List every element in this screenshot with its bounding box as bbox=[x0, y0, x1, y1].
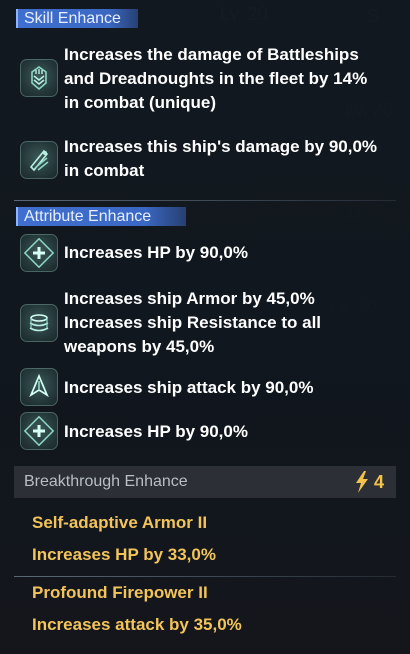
lightning-bolt-icon bbox=[356, 471, 368, 493]
breakthrough-item-name: Profound Firepower II bbox=[32, 583, 208, 602]
skill-item: Increases the damage of Battleships and … bbox=[16, 40, 396, 118]
breakthrough-item-name: Self-adaptive Armor II bbox=[32, 513, 208, 532]
attribute-item: Increases ship attack by 90,0% bbox=[16, 368, 396, 408]
attribute-effect-text: Increases ship Armor by 45,0% Increases … bbox=[64, 289, 322, 356]
section-divider bbox=[14, 576, 396, 577]
ship-damage-icon bbox=[20, 141, 58, 179]
attribute-item: Increases HP by 90,0% bbox=[16, 412, 396, 452]
section-divider bbox=[14, 200, 396, 201]
attribute-effect-text: Increases HP by 90,0% bbox=[64, 243, 248, 262]
breakthrough-item-effect: Increases attack by 35,0% bbox=[32, 615, 242, 634]
breakthrough-count: 4 bbox=[373, 472, 384, 492]
skill-enhance-header: Skill Enhance bbox=[16, 9, 138, 28]
armor-layers-icon bbox=[20, 304, 58, 342]
skill-effect-text: Increases this ship's damage by 90,0% in… bbox=[64, 137, 378, 180]
attribute-item: Increases ship Armor by 45,0% Increases … bbox=[16, 286, 396, 360]
breakthrough-header: Breakthrough Enhance 4 bbox=[14, 466, 396, 498]
skill-effect-text: Increases the damage of Battleships and … bbox=[64, 45, 368, 112]
skill-item: Increases this ship's damage by 90,0% in… bbox=[16, 134, 396, 186]
hp-cross-icon bbox=[20, 412, 58, 450]
attribute-effect-text: Increases HP by 90,0% bbox=[64, 422, 248, 441]
section-title: Attribute Enhance bbox=[24, 208, 152, 225]
attribute-enhance-header: Attribute Enhance bbox=[16, 207, 186, 226]
breakthrough-title: Breakthrough Enhance bbox=[24, 473, 188, 490]
attack-arrow-icon bbox=[20, 368, 58, 406]
attribute-item: Increases HP by 90,0% bbox=[16, 234, 396, 274]
enhance-tooltip-panel: Skill Enhance Increases the damage of Ba… bbox=[0, 0, 410, 654]
breakthrough-item-effect: Increases HP by 33,0% bbox=[32, 545, 216, 564]
battleship-emblem-icon bbox=[20, 59, 58, 97]
attribute-effect-text: Increases ship attack by 90,0% bbox=[64, 378, 314, 397]
hp-cross-icon bbox=[20, 234, 58, 272]
section-title: Skill Enhance bbox=[24, 10, 121, 27]
